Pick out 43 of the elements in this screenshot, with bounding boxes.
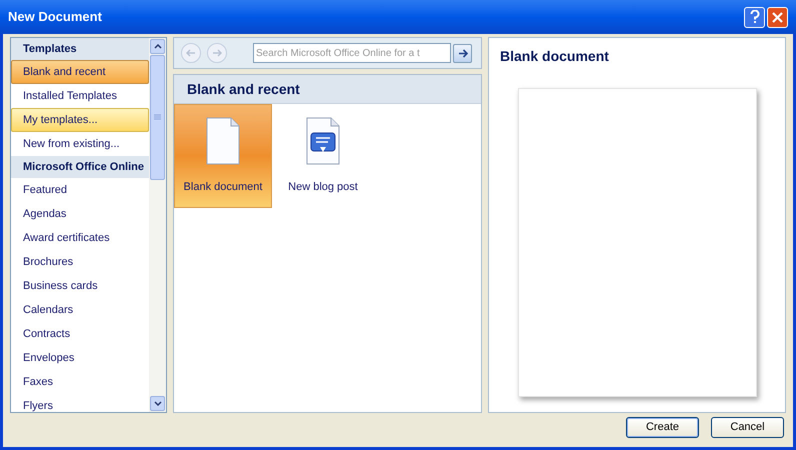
template-tile[interactable]: New blog post xyxy=(274,104,372,208)
sidebar-item[interactable]: Installed Templates xyxy=(11,84,149,108)
sidebar-item[interactable]: Brochures xyxy=(11,250,149,274)
sidebar-item[interactable]: My templates... xyxy=(11,108,149,132)
scrollbar[interactable] xyxy=(149,38,166,412)
sidebar-item[interactable]: New from existing... xyxy=(11,132,149,156)
sidebar-item[interactable]: Blank and recent xyxy=(11,60,149,84)
sidebar-item[interactable]: Contracts xyxy=(11,322,149,346)
sidebar-item[interactable]: Business cards xyxy=(11,274,149,298)
section-header: Microsoft Office Online xyxy=(11,156,149,178)
right-arrow-icon xyxy=(458,48,468,58)
up-chevron-icon xyxy=(154,44,162,49)
left-arrow-icon xyxy=(186,49,196,57)
sidebar-item[interactable]: Agendas xyxy=(11,202,149,226)
scroll-thumb[interactable] xyxy=(150,55,165,180)
sidebar-item[interactable]: Faxes xyxy=(11,370,149,394)
dialog-button[interactable]: Cancel xyxy=(711,417,784,438)
section-header: Templates xyxy=(11,38,149,60)
preview-title: Blank document xyxy=(499,47,610,66)
search-go-button[interactable] xyxy=(453,44,472,62)
template-label: New blog post xyxy=(288,180,358,195)
blank-page-icon xyxy=(206,117,240,165)
gallery-title: Blank and recent xyxy=(174,75,481,104)
dialog-button[interactable]: Create xyxy=(626,417,699,438)
sidebar-item[interactable]: Calendars xyxy=(11,298,149,322)
down-chevron-icon xyxy=(154,401,162,406)
search-field[interactable]: Search Microsoft Office Online for a t xyxy=(253,43,451,63)
template-label: Blank document xyxy=(184,180,262,195)
right-arrow-icon xyxy=(212,49,222,57)
page-speech-bubble-icon xyxy=(306,117,340,165)
template-tile[interactable]: Blank document xyxy=(174,104,272,208)
sidebar-item[interactable]: Award certificates xyxy=(11,226,149,250)
window-title: New Document xyxy=(8,8,103,26)
grip-icon xyxy=(154,114,161,121)
scroll-down-button[interactable] xyxy=(150,396,165,411)
help-icon xyxy=(750,10,760,24)
sidebar-item[interactable]: Featured xyxy=(11,178,149,202)
sidebar-item[interactable]: Envelopes xyxy=(11,346,149,370)
sidebar-item[interactable]: Flyers xyxy=(11,394,149,418)
help-button[interactable] xyxy=(744,6,765,28)
close-button[interactable] xyxy=(767,6,788,28)
close-icon xyxy=(772,12,783,22)
scroll-up-button[interactable] xyxy=(150,39,165,54)
